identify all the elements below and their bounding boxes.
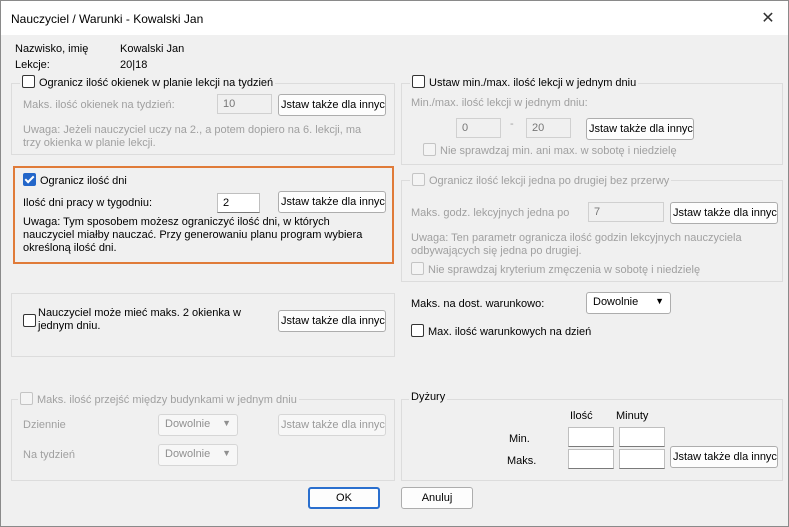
duty-apply-button[interactable]: Jstaw także dla innych [670, 446, 778, 468]
windows-apply-button[interactable]: Jstaw także dla innych [278, 94, 386, 116]
gaps-checkbox-label: Nauczyciel może mieć maks. 2 okienka w j… [38, 307, 241, 332]
close-icon[interactable]: ✕ [754, 7, 782, 31]
buildings-weekly-label: Na tydzień [23, 449, 75, 461]
conditional-label: Maks. na dost. warunkowo: [411, 298, 545, 310]
consecutive-weekend-label: Nie sprawdzaj kryterium zmęczenia w sobo… [428, 264, 701, 276]
checkbox-box[interactable] [411, 262, 424, 275]
buildings-weekly-value: Dowolnie [165, 448, 211, 460]
consecutive-apply-button[interactable]: Jstaw także dla innych [670, 202, 778, 224]
buildings-weekly-select[interactable]: Dowolnie ▼ [158, 444, 238, 466]
buildings-checkbox[interactable]: Maks. ilość przejść między budynkami w j… [18, 392, 299, 406]
minmax-weekend-checkbox[interactable]: Nie sprawdzaj min. ani max. w sobotę i n… [423, 143, 677, 157]
name-label: Nazwisko, imię [15, 43, 89, 55]
checkbox-box[interactable] [423, 143, 436, 156]
consecutive-note: Uwaga: Ten parametr ogranicza ilość godz… [411, 232, 742, 257]
dialog-window: Nauczyciel / Warunki - Kowalski Jan ✕ Na… [0, 0, 789, 527]
minmax-checkbox-label: Ustaw min./max. ilość lekcji w jednym dn… [429, 77, 637, 89]
buildings-daily-select[interactable]: Dowolnie ▼ [158, 414, 238, 436]
minmax-max-input[interactable]: 20 [526, 118, 571, 138]
conditional-select-value: Dowolnie [593, 296, 639, 308]
buildings-daily-label: Dziennie [23, 419, 66, 431]
checkbox-box[interactable] [412, 173, 425, 186]
duty-col-count: Ilość [570, 410, 593, 422]
days-checkbox[interactable]: Ogranicz ilość dni [23, 173, 127, 187]
conditional-checkbox[interactable]: Max. ilość warunkowych na dzień [411, 324, 591, 338]
duty-max-minutes-input[interactable] [619, 449, 665, 469]
consecutive-checkbox-label: Ogranicz ilość lekcji jedna po drugiej b… [429, 175, 670, 187]
conditional-select[interactable]: Dowolnie ▼ [586, 292, 671, 314]
duty-row-min: Min. [509, 433, 530, 445]
duty-col-minutes: Minuty [616, 410, 649, 422]
duty-max-count-input[interactable] [568, 449, 614, 469]
duty-min-minutes-input[interactable] [619, 427, 665, 447]
chevron-down-icon: ▼ [222, 448, 231, 458]
days-note: Uwaga: Tym sposobem możesz ograniczyć il… [23, 216, 363, 254]
duty-min-count-input[interactable] [568, 427, 614, 447]
checkbox-box[interactable] [20, 392, 33, 405]
buildings-daily-value: Dowolnie [165, 418, 211, 430]
consecutive-weekend-checkbox[interactable]: Nie sprawdzaj kryterium zmęczenia w sobo… [411, 262, 700, 276]
conditional-checkbox-label: Max. ilość warunkowych na dzień [428, 326, 592, 338]
gaps-apply-button[interactable]: Jstaw także dla innych [278, 310, 386, 332]
minmax-checkbox[interactable]: Ustaw min./max. ilość lekcji w jednym dn… [410, 75, 639, 89]
checkbox-box[interactable] [22, 75, 35, 88]
minmax-weekend-label: Nie sprawdzaj min. ani max. w sobotę i n… [440, 145, 677, 157]
minmax-min-input[interactable]: 0 [456, 118, 501, 138]
buildings-group [11, 399, 395, 481]
minmax-range-label: Min./max. ilość lekcji w jednym dniu: [411, 97, 588, 109]
duty-row-max: Maks. [507, 455, 537, 467]
windows-max-input[interactable]: 10 [217, 94, 272, 114]
checkbox-box[interactable] [412, 75, 425, 88]
checkbox-box[interactable] [23, 314, 36, 327]
name-value: Kowalski Jan [120, 43, 185, 55]
window-title: Nauczyciel / Warunki - Kowalski Jan [11, 12, 204, 26]
windows-note: Uwaga: Jeżeli nauczyciel uczy na 2., a p… [23, 124, 362, 149]
ok-button[interactable]: OK [308, 487, 380, 509]
checkbox-checked[interactable] [23, 173, 36, 186]
lessons-value: 20|18 [120, 59, 148, 71]
consecutive-max-label: Maks. godz. lekcyjnych jedna po [411, 207, 570, 219]
chevron-down-icon: ▼ [222, 418, 231, 428]
days-checkbox-label: Ogranicz ilość dni [40, 175, 127, 187]
days-label: Ilość dni pracy w tygodniu: [23, 197, 153, 209]
checkbox-box[interactable] [411, 324, 424, 337]
minmax-dash: - [510, 118, 514, 130]
windows-max-label: Maks. ilość okienek na tydzień: [23, 99, 175, 111]
days-apply-button[interactable]: Jstaw także dla innych [278, 191, 386, 213]
cancel-button[interactable]: Anuluj [401, 487, 473, 509]
buildings-checkbox-label: Maks. ilość przejść między budynkami w j… [37, 394, 297, 406]
days-input[interactable]: 2 [217, 193, 260, 213]
windows-checkbox-label: Ogranicz ilość okienek w planie lekcji n… [39, 77, 274, 89]
consecutive-max-input[interactable]: 7 [588, 202, 664, 222]
windows-checkbox[interactable]: Ogranicz ilość okienek w planie lekcji n… [20, 75, 276, 89]
chevron-down-icon: ▼ [655, 296, 664, 306]
consecutive-checkbox[interactable]: Ogranicz ilość lekcji jedna po drugiej b… [410, 173, 672, 187]
buildings-apply-button[interactable]: Jstaw także dla innych [278, 414, 386, 436]
minmax-apply-button[interactable]: Jstaw także dla innych [586, 118, 694, 140]
title-bar: Nauczyciel / Warunki - Kowalski Jan ✕ [1, 1, 788, 35]
duty-legend: Dyżury [409, 391, 448, 403]
lessons-label: Lekcje: [15, 59, 50, 71]
